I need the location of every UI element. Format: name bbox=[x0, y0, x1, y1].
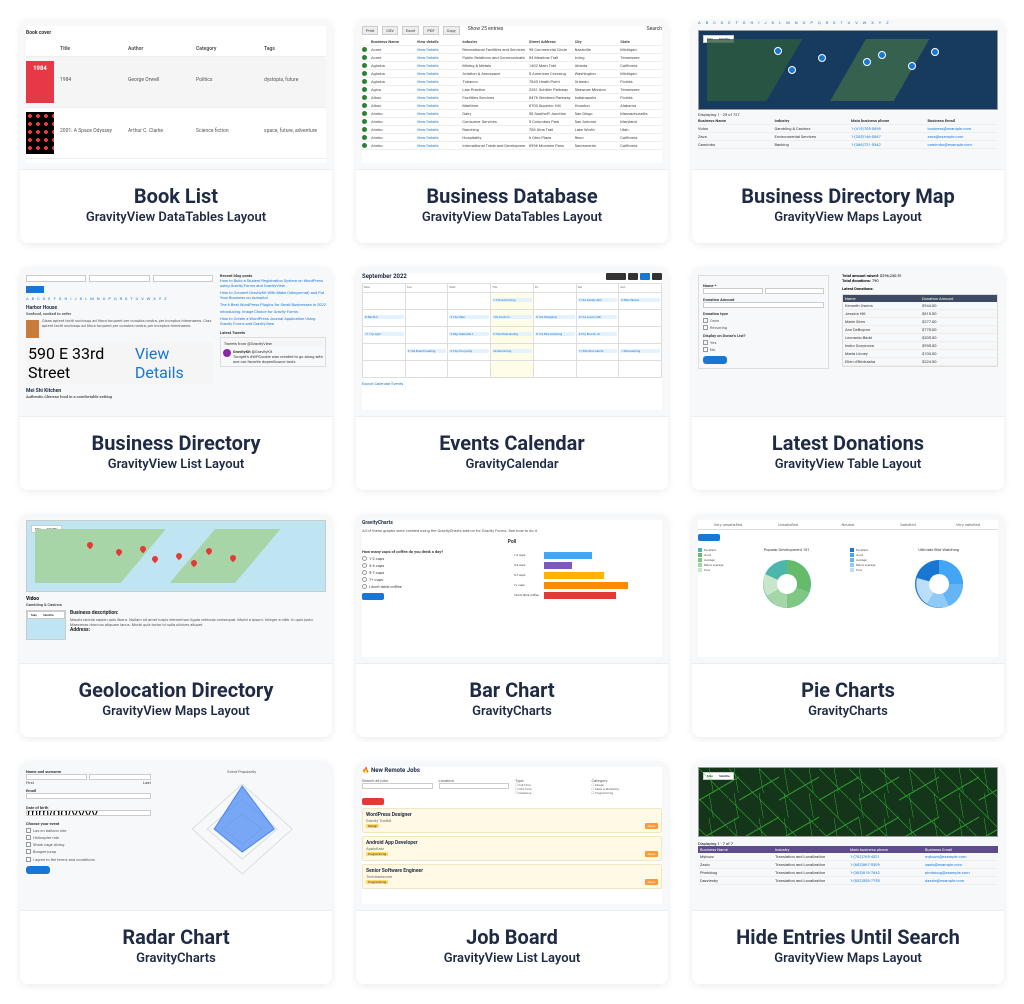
preview-latest-donations: Name * Donation Amount Donation type Onc… bbox=[692, 267, 1004, 417]
card-subtitle: GravityCharts bbox=[702, 704, 994, 719]
search-button bbox=[26, 286, 44, 293]
card-subtitle: GravityView Maps Layout bbox=[702, 951, 994, 966]
card-title: Business Directory Map bbox=[702, 184, 994, 208]
preview-bar-chart: GravityCharts All of these graphs were c… bbox=[356, 514, 668, 664]
pie-chart-2 bbox=[909, 554, 969, 614]
card-subtitle: GravityView DataTables Layout bbox=[30, 210, 322, 225]
card-pie-charts[interactable]: Very unsatisfied Unsatisfied Neutral Sat… bbox=[692, 514, 1004, 737]
card-title: Geolocation Directory bbox=[30, 678, 322, 702]
card-subtitle: GravityCalendar bbox=[366, 457, 658, 472]
card-bar-chart[interactable]: GravityCharts All of these graphs were c… bbox=[356, 514, 668, 737]
card-title: Radar Chart bbox=[30, 925, 322, 949]
card-subtitle: GravityCharts bbox=[366, 704, 658, 719]
business-photo bbox=[26, 320, 39, 338]
card-subtitle: GravityView Table Layout bbox=[702, 457, 994, 472]
card-title: Business Directory bbox=[30, 431, 322, 455]
preview-radar-chart: Name and surname FirstLast Email Date of… bbox=[20, 761, 332, 911]
submit-button bbox=[703, 356, 727, 364]
preview-geolocation: MapSatellite Vidoo Gambling & Casinos Ma… bbox=[20, 514, 332, 664]
submit-button bbox=[698, 534, 720, 541]
submit-button bbox=[362, 593, 384, 600]
card-business-directory[interactable]: A B C D E F G H I J K L M N O P Q R S T … bbox=[20, 267, 332, 490]
card-subtitle: GravityView Maps Layout bbox=[30, 704, 322, 719]
card-title: Business Database bbox=[366, 184, 658, 208]
search-button bbox=[362, 798, 384, 805]
card-title: Job Board bbox=[366, 925, 658, 949]
pie-chart-1 bbox=[757, 554, 817, 614]
preview-business-directory: A B C D E F G H I J K L M N O P Q R S T … bbox=[20, 267, 332, 417]
preview-pie-charts: Very unsatisfied Unsatisfied Neutral Sat… bbox=[692, 514, 1004, 664]
preview-business-database: Print CSV Excel PDF Copy Show 25 entries… bbox=[356, 20, 668, 170]
card-title: Events Calendar bbox=[366, 431, 658, 455]
card-subtitle: GravityCharts bbox=[30, 951, 322, 966]
card-subtitle: GravityView DataTables Layout bbox=[366, 210, 658, 225]
card-subtitle: GravityView Maps Layout bbox=[702, 210, 994, 225]
preview-business-directory-map: A B C D E F G H I J K L M N O P Q R S T … bbox=[692, 20, 1004, 170]
card-business-directory-map[interactable]: A B C D E F G H I J K L M N O P Q R S T … bbox=[692, 20, 1004, 243]
card-title: Pie Charts bbox=[702, 678, 994, 702]
card-title: Latest Donations bbox=[702, 431, 994, 455]
preview-book-list: Book cover Title Author Category Tags 19… bbox=[20, 20, 332, 170]
template-grid: Book cover Title Author Category Tags 19… bbox=[20, 20, 1004, 984]
book-cover-1984: 1984 bbox=[26, 61, 54, 103]
card-geolocation-directory[interactable]: MapSatellite Vidoo Gambling & Casinos Ma… bbox=[20, 514, 332, 737]
preview-hide-until-search: MapSatellite Displaying 1 - 7 of 7 Busin… bbox=[692, 761, 1004, 911]
book-cover-2001 bbox=[26, 112, 54, 154]
radar-chart bbox=[158, 774, 326, 884]
card-subtitle: GravityView List Layout bbox=[30, 457, 322, 472]
preview-job-board: 🔥 New Remote Jobs Search all jobs Locati… bbox=[356, 761, 668, 911]
card-title: Bar Chart bbox=[366, 678, 658, 702]
fire-icon: 🔥 bbox=[362, 767, 369, 774]
card-book-list[interactable]: Book cover Title Author Category Tags 19… bbox=[20, 20, 332, 243]
submit-button bbox=[26, 866, 50, 874]
card-title: Hide Entries Until Search bbox=[702, 925, 994, 949]
card-radar-chart[interactable]: Name and surname FirstLast Email Date of… bbox=[20, 761, 332, 984]
card-subtitle: GravityView List Layout bbox=[366, 951, 658, 966]
card-business-database[interactable]: Print CSV Excel PDF Copy Show 25 entries… bbox=[356, 20, 668, 243]
card-job-board[interactable]: 🔥 New Remote Jobs Search all jobs Locati… bbox=[356, 761, 668, 984]
card-hide-until-search[interactable]: MapSatellite Displaying 1 - 7 of 7 Busin… bbox=[692, 761, 1004, 984]
card-events-calendar[interactable]: September 2022 MonTueWedThuFriSatSun1:10… bbox=[356, 267, 668, 490]
card-latest-donations[interactable]: Name * Donation Amount Donation type Onc… bbox=[692, 267, 1004, 490]
preview-events-calendar: September 2022 MonTueWedThuFriSatSun1:10… bbox=[356, 267, 668, 417]
card-title: Book List bbox=[30, 184, 322, 208]
